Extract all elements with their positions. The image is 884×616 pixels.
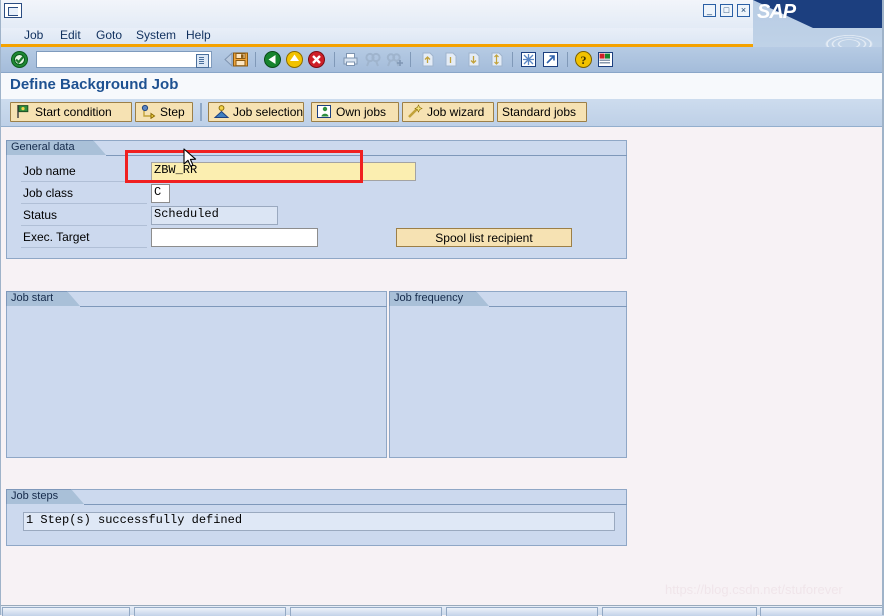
create-shortcut-icon[interactable] xyxy=(541,50,560,69)
job-start-group-title: Job start xyxy=(6,291,80,306)
next-page-icon xyxy=(468,52,480,67)
job-selection-icon xyxy=(213,104,230,119)
last-page-icon xyxy=(491,52,503,67)
own-jobs-label: Own jobs xyxy=(336,105,387,119)
step-button[interactable]: Step xyxy=(135,102,193,122)
toolbar-separator xyxy=(512,52,513,67)
menu-item-system[interactable]: System xyxy=(130,28,182,44)
sap-logo-text: SAP xyxy=(757,1,796,23)
exec-target-label: Exec. Target xyxy=(23,230,90,244)
window-title-bar: _ □ × xyxy=(0,0,884,28)
job-wizard-label: Job wizard xyxy=(427,105,485,119)
own-jobs-icon xyxy=(316,104,333,119)
print-icon xyxy=(343,53,358,66)
save-icon[interactable] xyxy=(231,50,250,69)
status-value: Scheduled xyxy=(151,206,278,225)
find-next-icon xyxy=(386,53,403,67)
flag-icon xyxy=(15,104,32,119)
step-icon xyxy=(140,104,157,120)
page-title: Define Background Job xyxy=(10,76,179,93)
sap-logo: SAP xyxy=(753,0,884,28)
menu-item-help[interactable]: Help xyxy=(180,28,217,44)
job-selection-button[interactable]: Job selection xyxy=(208,102,304,122)
sap-system-menu-icon[interactable] xyxy=(4,3,22,18)
menu-item-goto[interactable]: Goto xyxy=(90,28,128,44)
job-class-label: Job class xyxy=(23,186,74,200)
job-steps-group: Job steps 1 Step(s) successfully defined xyxy=(6,489,627,546)
job-wizard-button[interactable]: Job wizard xyxy=(402,102,494,122)
start-condition-label: Start condition xyxy=(35,105,112,119)
general-data-group: General data Job name ZBW_RR Job class C… xyxy=(6,140,627,259)
first-page-icon xyxy=(422,52,434,67)
standard-toolbar: ? xyxy=(0,47,884,73)
job-frequency-group-title: Job frequency xyxy=(389,291,489,306)
help-icon[interactable]: ? xyxy=(574,50,593,69)
wizard-wand-icon xyxy=(407,104,424,119)
menu-bar: Job Edit Goto System Help xyxy=(0,28,753,44)
job-steps-message: 1 Step(s) successfully defined xyxy=(23,512,615,531)
enter-check-icon[interactable] xyxy=(10,50,29,69)
exec-target-input[interactable] xyxy=(151,228,318,247)
create-session-icon[interactable] xyxy=(519,50,538,69)
previous-page-icon xyxy=(445,52,457,67)
toolbar-separator xyxy=(410,52,411,67)
standard-jobs-label: Standard jobs xyxy=(501,105,577,119)
job-class-input[interactable]: C xyxy=(151,184,170,203)
toolbar-separator xyxy=(567,52,568,67)
own-jobs-button[interactable]: Own jobs xyxy=(311,102,399,122)
status-bar xyxy=(0,605,884,616)
find-icon xyxy=(365,52,381,67)
job-steps-group-title: Job steps xyxy=(6,489,84,504)
green-back-icon[interactable] xyxy=(263,50,282,69)
command-history-icon[interactable] xyxy=(196,54,209,68)
window-maximize-button[interactable]: □ xyxy=(720,4,733,17)
job-selection-label: Job selection xyxy=(233,105,304,119)
status-label: Status xyxy=(23,208,58,222)
page-title-bar: Define Background Job xyxy=(0,73,884,99)
command-input[interactable] xyxy=(39,53,195,68)
red-cancel-icon[interactable] xyxy=(307,50,326,69)
toolbar-separator xyxy=(334,52,335,67)
general-data-group-title: General data xyxy=(6,140,106,155)
customize-local-layout-icon[interactable] xyxy=(596,50,615,69)
command-field[interactable] xyxy=(36,51,212,68)
standard-jobs-button[interactable]: Standard jobs xyxy=(497,102,587,122)
blog-watermark: https://blog.csdn.net/stuforever xyxy=(665,582,843,597)
svg-text:?: ? xyxy=(581,53,587,67)
window-frame-left xyxy=(0,0,1,615)
job-name-label: Job name xyxy=(23,164,76,178)
window-close-button[interactable]: × xyxy=(737,4,750,17)
start-condition-button[interactable]: Start condition xyxy=(10,102,132,122)
menu-item-edit[interactable]: Edit xyxy=(54,28,87,44)
application-toolbar: Start condition Step Job selection Own j… xyxy=(0,99,884,127)
job-start-group: Job start xyxy=(6,291,387,458)
yellow-exit-icon[interactable] xyxy=(285,50,304,69)
step-label: Step xyxy=(160,105,185,119)
menu-item-job[interactable]: Job xyxy=(18,28,49,44)
spool-list-recipient-button[interactable]: Spool list recipient xyxy=(396,228,572,247)
mouse-cursor xyxy=(183,148,197,167)
job-frequency-group: Job frequency xyxy=(389,291,627,458)
window-minimize-button[interactable]: _ xyxy=(703,4,716,17)
appbar-separator xyxy=(200,103,202,121)
toolbar-separator xyxy=(255,52,256,67)
